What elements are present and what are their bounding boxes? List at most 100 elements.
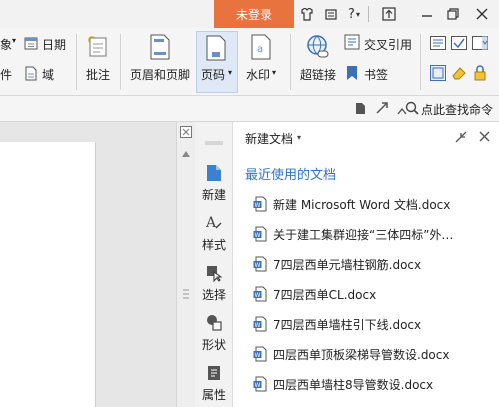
tab-select[interactable]: 选择: [195, 260, 233, 310]
image-icon[interactable]: [430, 65, 446, 84]
properties-icon: [208, 366, 220, 380]
panel-title[interactable]: 新建文档: [245, 130, 293, 147]
tab-properties-label: 属性: [201, 388, 226, 402]
cross-reference-icon: [344, 34, 360, 53]
tab-style-label: 样式: [201, 238, 226, 252]
ribbon-divider: [420, 34, 421, 90]
collapse-panel-icon[interactable]: [455, 131, 467, 146]
ribbon-divider: [120, 34, 121, 90]
document-page[interactable]: [0, 142, 96, 407]
checkbox-icon[interactable]: [451, 36, 467, 53]
bookmark-icon: [346, 65, 358, 84]
recent-file-name: 新建 Microsoft Word 文档.docx: [273, 197, 451, 212]
close-panel-icon[interactable]: [479, 131, 490, 145]
scroll-up-icon[interactable]: [182, 146, 190, 160]
navigate-icon[interactable]: [376, 102, 389, 118]
recent-file-item[interactable]: W 四层西单墙柱8导管数设.docx: [253, 369, 499, 399]
recent-file-item[interactable]: W 7四层西单元墙柱钢筋.docx: [253, 249, 499, 279]
splitter-grip-icon[interactable]: [183, 288, 189, 303]
chevron-down-icon: ▾: [12, 36, 17, 45]
recent-file-name: 四层西单顶板梁梯导管数设.docx: [273, 347, 450, 362]
recent-file-item[interactable]: W 7四层西单墙柱引下线.docx: [253, 309, 499, 339]
recent-file-item[interactable]: W 关于建工集群迎接“三体四标”外…: [253, 219, 499, 249]
tab-select-label: 选择: [201, 288, 226, 302]
recent-file-name: 7四层西单元墙柱钢筋.docx: [273, 257, 422, 272]
annotation-button[interactable]: 批注: [86, 66, 110, 83]
tab-shape-label: 形状: [201, 338, 226, 352]
page-number-icon: [206, 35, 226, 64]
svg-text:a: a: [257, 44, 263, 55]
recent-file-item[interactable]: W 7四层西单CL.docx: [253, 279, 499, 309]
svg-text:W: W: [255, 322, 261, 329]
ribbon-partial-top[interactable]: 象: [0, 36, 12, 53]
ribbon: 象 ▾ 件 日期 域 批注 页眉和页脚 页码 ▾ a 水印 ▾ 超链接 交叉引用…: [0, 28, 499, 96]
bookmark-button[interactable]: 书签: [364, 66, 388, 83]
svg-text:W: W: [255, 382, 261, 389]
word-doc-icon: W: [253, 316, 267, 332]
lock-icon[interactable]: [474, 65, 486, 84]
tab-shape[interactable]: 形状: [195, 310, 233, 360]
svg-text:W: W: [255, 292, 261, 299]
ribbon-divider: [76, 34, 77, 90]
word-doc-icon: W: [253, 256, 267, 272]
recent-file-item[interactable]: W 四层西单顶板梁梯导管数设.docx: [253, 339, 499, 369]
eraser-icon[interactable]: [451, 65, 467, 84]
shirt-icon[interactable]: [322, 4, 340, 24]
word-doc-icon: W: [253, 286, 267, 302]
search-icon[interactable]: [405, 101, 419, 118]
svg-text:W: W: [255, 352, 261, 359]
ribbon-partial-bottom[interactable]: 件: [0, 66, 12, 83]
word-doc-icon: W: [253, 376, 267, 392]
word-doc-icon: W: [253, 196, 267, 212]
restore-icon[interactable]: [443, 4, 463, 24]
calendar-icon: [24, 36, 38, 53]
text-box-icon[interactable]: [430, 36, 446, 53]
vertical-scrollbar[interactable]: [176, 122, 195, 407]
panel-toggle-icon[interactable]: [180, 126, 192, 141]
annotation-icon: [86, 34, 110, 63]
date-button[interactable]: 日期: [42, 36, 66, 53]
share-icon[interactable]: [379, 4, 399, 24]
shape-icon: [207, 315, 222, 331]
hyperlink-button[interactable]: 超链接: [300, 66, 336, 83]
select-icon: [207, 266, 222, 282]
login-button[interactable]: 未登录: [214, 0, 294, 28]
hyperlink-icon: [306, 34, 330, 63]
svg-text:W: W: [255, 262, 261, 269]
page-number-label: 页码: [201, 68, 226, 82]
new-doc-icon: [207, 165, 221, 181]
help-icon[interactable]: ? ▾: [343, 4, 365, 24]
skin-icon[interactable]: [298, 4, 316, 24]
document-area: [0, 122, 176, 407]
minimize-icon[interactable]: [417, 4, 437, 24]
svg-text:W: W: [255, 202, 261, 209]
header-footer-button[interactable]: 页眉和页脚: [130, 66, 190, 83]
page-number-button[interactable]: 页码 ▾: [196, 31, 238, 93]
tab-new[interactable]: 新建: [195, 160, 233, 210]
watermark-button[interactable]: 水印: [246, 66, 270, 83]
find-command-input[interactable]: 点此查找命令: [421, 101, 493, 118]
recent-documents-heading: 最近使用的文档: [245, 168, 337, 183]
svg-text:A: A: [206, 215, 217, 231]
side-tab-bar: 新建 A 样式 选择 形状 属性: [195, 122, 233, 407]
close-icon[interactable]: [472, 4, 492, 24]
chevron-down-icon[interactable]: ▾: [297, 133, 301, 142]
new-document-panel: 新建文档 ▾ 最近使用的文档 W 新建 Microsoft Word 文档.do…: [233, 122, 499, 407]
svg-text:W: W: [255, 232, 261, 239]
list-box-icon[interactable]: [472, 36, 488, 53]
titlebar-divider: [368, 6, 369, 22]
grip-handle-icon: [205, 134, 223, 148]
watermark-icon: a: [251, 34, 271, 63]
tab-properties[interactable]: 属性: [195, 360, 233, 407]
chevron-down-icon: ▾: [228, 68, 233, 77]
recent-file-name: 关于建工集群迎接“三体四标”外…: [273, 227, 454, 242]
ribbon-toggle-icon[interactable]: [354, 102, 366, 118]
chevron-down-icon: ▾: [272, 68, 277, 77]
tab-style[interactable]: A 样式: [195, 210, 233, 260]
style-icon: A: [206, 215, 222, 231]
cross-reference-button[interactable]: 交叉引用: [364, 36, 412, 53]
recent-file-name: 7四层西单CL.docx: [273, 287, 377, 302]
field-button[interactable]: 域: [42, 66, 54, 83]
field-icon: [24, 66, 38, 84]
recent-file-item[interactable]: W 新建 Microsoft Word 文档.docx: [253, 189, 499, 219]
